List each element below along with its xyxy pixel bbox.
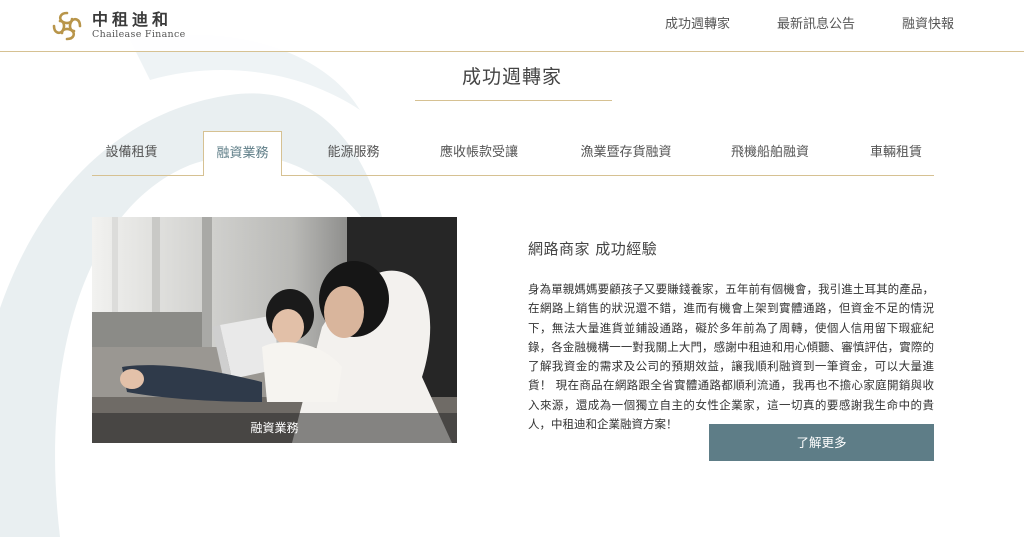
- image-caption: 融資業務: [92, 413, 457, 443]
- learn-more-button[interactable]: 了解更多: [709, 424, 934, 461]
- tab-equipment-leasing[interactable]: 設備租賃: [92, 131, 171, 175]
- top-navigation: 成功週轉家 最新訊息公告 融資快報: [618, 15, 954, 35]
- category-tabs: 設備租賃 融資業務 能源服務 應收帳款受讓 漁業暨存貨融資 飛機船舶融資 車輛租…: [92, 131, 934, 176]
- logo-english-name: Chailease Finance: [92, 29, 186, 40]
- story-body: 身為單親媽媽要顧孩子又要賺錢養家，五年前有個機會，我引進土耳其的產品，在網路上銷…: [528, 282, 934, 432]
- logo-text: 中租迪和 Chailease Finance: [92, 11, 186, 41]
- tab-fishery-inventory-financing[interactable]: 漁業暨存貨融資: [566, 131, 686, 175]
- story-title: 網路商家 成功經驗: [528, 240, 658, 258]
- title-underline: [415, 100, 612, 101]
- brand-logo[interactable]: 中租迪和 Chailease Finance: [50, 9, 190, 43]
- tab-aircraft-vessel-financing[interactable]: 飛機船舶融資: [717, 131, 823, 175]
- nav-latest-news[interactable]: 最新訊息公告: [777, 15, 855, 35]
- chailease-logo-icon: [52, 11, 82, 41]
- tab-financing-business[interactable]: 融資業務: [203, 131, 282, 176]
- nav-success-stories[interactable]: 成功週轉家: [665, 15, 730, 35]
- site-header: 中租迪和 Chailease Finance 成功週轉家 最新訊息公告 融資快報: [0, 0, 1024, 52]
- mother-child-laptop-image: [92, 217, 457, 443]
- page-title: 成功週轉家: [461, 66, 562, 88]
- logo-chinese-name: 中租迪和: [92, 10, 173, 29]
- tab-accounts-receivable[interactable]: 應收帳款受讓: [426, 131, 532, 175]
- tab-vehicle-leasing[interactable]: 車輛租賃: [858, 131, 934, 175]
- story-photo[interactable]: 融資業務: [92, 217, 457, 443]
- tab-energy-services[interactable]: 能源服務: [314, 131, 393, 175]
- nav-financing-news[interactable]: 融資快報: [902, 15, 954, 35]
